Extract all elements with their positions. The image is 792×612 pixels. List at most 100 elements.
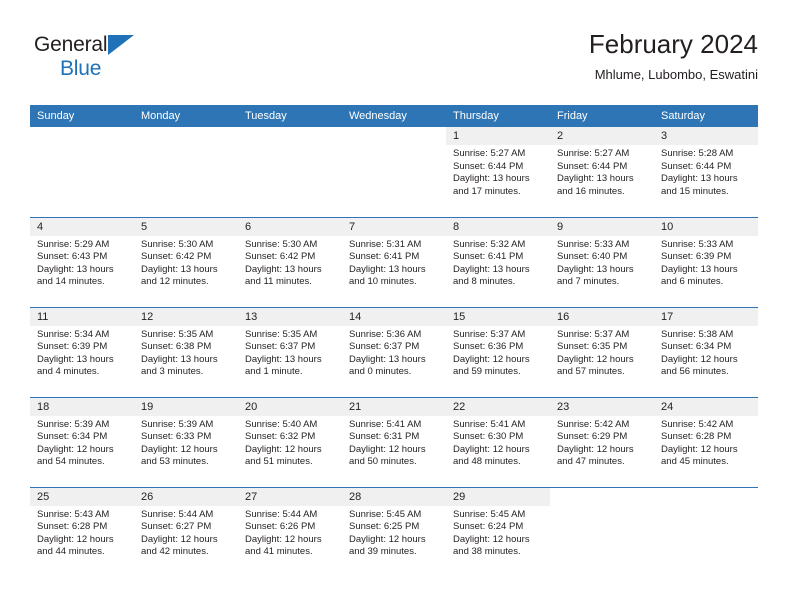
daylight-text-line1: Daylight: 13 hours bbox=[557, 263, 634, 275]
sunset-text: Sunset: 6:26 PM bbox=[245, 521, 316, 533]
sunrise-text: Sunrise: 5:42 AM bbox=[557, 418, 630, 430]
calendar-day-cell[interactable]: 12 Sunrise: 5:35 AM Sunset: 6:38 PM Dayligh… bbox=[134, 306, 238, 397]
day-sun-info: Sunrise: 5:45 AM Sunset: 6:24 PM Daylight:… bbox=[446, 506, 550, 559]
daylight-text-line2: and 57 minutes. bbox=[557, 366, 625, 378]
calendar-day-cell[interactable]: 13 Sunrise: 5:35 AM Sunset: 6:37 PM Dayligh… bbox=[238, 306, 342, 397]
calendar-day-cell[interactable]: 2 Sunrise: 5:27 AM Sunset: 6:44 PM Daylight… bbox=[550, 127, 654, 217]
sunset-text: Sunset: 6:25 PM bbox=[349, 521, 420, 533]
sunrise-text: Sunrise: 5:32 AM bbox=[453, 238, 526, 250]
calendar-day-cell[interactable]: 25 Sunrise: 5:43 AM Sunset: 6:28 PM Dayligh… bbox=[30, 486, 134, 577]
day-sun-info: Sunrise: 5:39 AM Sunset: 6:34 PM Daylight:… bbox=[30, 416, 134, 469]
day-number bbox=[550, 488, 654, 506]
calendar-day-cell[interactable]: 18 Sunrise: 5:39 AM Sunset: 6:34 PM Dayligh… bbox=[30, 396, 134, 487]
daylight-text-line2: and 3 minutes. bbox=[141, 366, 204, 378]
day-number: 26 bbox=[134, 487, 238, 506]
calendar-day-cell[interactable]: 8 Sunrise: 5:32 AM Sunset: 6:41 PM Daylight… bbox=[446, 216, 550, 307]
daylight-text-line2: and 50 minutes. bbox=[349, 456, 417, 468]
day-number: 18 bbox=[30, 397, 134, 416]
page-title: February 2024 bbox=[588, 29, 758, 59]
calendar-day-cell[interactable]: 11 Sunrise: 5:34 AM Sunset: 6:39 PM Dayligh… bbox=[30, 306, 134, 397]
daylight-text-line2: and 53 minutes. bbox=[141, 456, 209, 468]
calendar-day-cell[interactable]: 22 Sunrise: 5:41 AM Sunset: 6:30 PM Dayligh… bbox=[446, 396, 550, 487]
day-sun-info: Sunrise: 5:33 AM Sunset: 6:40 PM Daylight:… bbox=[550, 236, 654, 289]
daylight-text-line1: Daylight: 13 hours bbox=[349, 353, 426, 365]
daylight-text-line1: Daylight: 12 hours bbox=[141, 533, 218, 545]
calendar-page: General Blue February 2024 Mhlume, Lubom… bbox=[0, 0, 792, 612]
calendar-day-cell[interactable]: 28 Sunrise: 5:45 AM Sunset: 6:25 PM Dayligh… bbox=[342, 486, 446, 577]
calendar-day-cell[interactable]: 7 Sunrise: 5:31 AM Sunset: 6:41 PM Daylight… bbox=[342, 216, 446, 307]
sunset-text: Sunset: 6:41 PM bbox=[453, 251, 524, 263]
sunrise-text: Sunrise: 5:36 AM bbox=[349, 328, 422, 340]
day-sun-info: Sunrise: 5:43 AM Sunset: 6:28 PM Daylight:… bbox=[30, 506, 134, 559]
calendar-day-cell[interactable]: 14 Sunrise: 5:36 AM Sunset: 6:37 PM Dayligh… bbox=[342, 306, 446, 397]
calendar-day-cell[interactable]: 6 Sunrise: 5:30 AM Sunset: 6:42 PM Daylight… bbox=[238, 216, 342, 307]
calendar-day-cell[interactable]: 26 Sunrise: 5:44 AM Sunset: 6:27 PM Dayligh… bbox=[134, 486, 238, 577]
daylight-text-line2: and 12 minutes. bbox=[141, 276, 209, 288]
calendar-day-cell[interactable]: 23 Sunrise: 5:42 AM Sunset: 6:29 PM Dayligh… bbox=[550, 396, 654, 487]
sunrise-text: Sunrise: 5:29 AM bbox=[37, 238, 110, 250]
calendar-day-cell[interactable]: 3 Sunrise: 5:28 AM Sunset: 6:44 PM Daylight… bbox=[654, 127, 758, 217]
daylight-text-line1: Daylight: 12 hours bbox=[37, 443, 114, 455]
title-block: February 2024 Mhlume, Lubombo, Eswatini bbox=[589, 28, 758, 83]
sunrise-text: Sunrise: 5:41 AM bbox=[349, 418, 422, 430]
sunset-text: Sunset: 6:34 PM bbox=[37, 431, 108, 443]
daylight-text-line1: Daylight: 12 hours bbox=[453, 353, 530, 365]
weekday-header-saturday: Saturday bbox=[654, 105, 758, 127]
sunrise-text: Sunrise: 5:44 AM bbox=[245, 508, 318, 520]
daylight-text-line1: Daylight: 12 hours bbox=[557, 443, 634, 455]
daylight-text-line2: and 38 minutes. bbox=[453, 546, 521, 558]
calendar-day-cell[interactable]: 21 Sunrise: 5:41 AM Sunset: 6:31 PM Dayligh… bbox=[342, 396, 446, 487]
calendar-day-cell[interactable]: 24 Sunrise: 5:42 AM Sunset: 6:28 PM Dayligh… bbox=[654, 396, 758, 487]
calendar-week-row: 1 Sunrise: 5:27 AM Sunset: 6:44 PM Daylight… bbox=[30, 127, 758, 217]
triangle-icon bbox=[108, 35, 134, 55]
sunrise-text: Sunrise: 5:28 AM bbox=[661, 148, 734, 159]
daylight-text-line2: and 4 minutes. bbox=[37, 366, 100, 378]
day-sun-info: Sunrise: 5:41 AM Sunset: 6:30 PM Daylight:… bbox=[446, 416, 550, 469]
sunrise-text: Sunrise: 5:30 AM bbox=[141, 238, 214, 250]
calendar-cell-empty bbox=[654, 486, 758, 577]
daylight-text-line1: Daylight: 13 hours bbox=[349, 263, 426, 275]
daylight-text-line1: Daylight: 13 hours bbox=[245, 263, 322, 275]
weekday-header-thursday: Thursday bbox=[446, 105, 550, 127]
day-sun-info: Sunrise: 5:40 AM Sunset: 6:32 PM Daylight:… bbox=[238, 416, 342, 469]
daylight-text-line2: and 17 minutes. bbox=[453, 185, 521, 197]
daylight-text-line2: and 48 minutes. bbox=[453, 456, 521, 468]
day-number: 5 bbox=[134, 217, 238, 236]
day-number bbox=[134, 127, 238, 145]
day-sun-info: Sunrise: 5:30 AM Sunset: 6:42 PM Daylight:… bbox=[238, 236, 342, 289]
day-sun-info: Sunrise: 5:30 AM Sunset: 6:42 PM Daylight:… bbox=[134, 236, 238, 289]
daylight-text-line2: and 6 minutes. bbox=[661, 276, 724, 288]
calendar-day-cell[interactable]: 5 Sunrise: 5:30 AM Sunset: 6:42 PM Daylight… bbox=[134, 216, 238, 307]
day-sun-info: Sunrise: 5:28 AM Sunset: 6:44 PM Daylight:… bbox=[654, 145, 758, 198]
calendar-day-cell[interactable]: 16 Sunrise: 5:37 AM Sunset: 6:35 PM Dayligh… bbox=[550, 306, 654, 397]
daylight-text-line2: and 16 minutes. bbox=[557, 185, 625, 197]
calendar-day-cell[interactable]: 1 Sunrise: 5:27 AM Sunset: 6:44 PM Daylight… bbox=[446, 127, 550, 217]
day-number: 25 bbox=[30, 487, 134, 506]
general-blue-logo: General Blue bbox=[34, 34, 164, 84]
sunrise-text: Sunrise: 5:33 AM bbox=[557, 238, 630, 250]
calendar-cell-empty bbox=[238, 127, 342, 217]
calendar-day-cell[interactable]: 9 Sunrise: 5:33 AM Sunset: 6:40 PM Daylight… bbox=[550, 216, 654, 307]
day-sun-info: Sunrise: 5:27 AM Sunset: 6:44 PM Daylight:… bbox=[446, 145, 550, 198]
day-number bbox=[342, 127, 446, 145]
calendar-day-cell[interactable]: 15 Sunrise: 5:37 AM Sunset: 6:36 PM Dayligh… bbox=[446, 306, 550, 397]
calendar-day-cell[interactable]: 17 Sunrise: 5:38 AM Sunset: 6:34 PM Dayligh… bbox=[654, 306, 758, 397]
calendar-day-cell[interactable]: 27 Sunrise: 5:44 AM Sunset: 6:26 PM Dayligh… bbox=[238, 486, 342, 577]
weekday-header-monday: Monday bbox=[134, 105, 238, 127]
daylight-text-line1: Daylight: 13 hours bbox=[37, 263, 114, 275]
sunrise-text: Sunrise: 5:45 AM bbox=[453, 508, 526, 520]
day-sun-info: Sunrise: 5:37 AM Sunset: 6:35 PM Daylight:… bbox=[550, 326, 654, 379]
calendar-day-cell[interactable]: 19 Sunrise: 5:39 AM Sunset: 6:33 PM Dayligh… bbox=[134, 396, 238, 487]
calendar-day-cell[interactable]: 4 Sunrise: 5:29 AM Sunset: 6:43 PM Daylight… bbox=[30, 216, 134, 307]
day-number: 10 bbox=[654, 217, 758, 236]
daylight-text-line1: Daylight: 13 hours bbox=[661, 263, 738, 275]
calendar-day-cell[interactable]: 20 Sunrise: 5:40 AM Sunset: 6:32 PM Dayligh… bbox=[238, 396, 342, 487]
daylight-text-line1: Daylight: 12 hours bbox=[37, 533, 114, 545]
sunrise-text: Sunrise: 5:27 AM bbox=[453, 148, 526, 159]
day-number: 27 bbox=[238, 487, 342, 506]
daylight-text-line1: Daylight: 12 hours bbox=[661, 353, 738, 365]
calendar-day-cell[interactable]: 10 Sunrise: 5:33 AM Sunset: 6:39 PM Dayligh… bbox=[654, 216, 758, 307]
sunrise-text: Sunrise: 5:37 AM bbox=[453, 328, 526, 340]
calendar-day-cell[interactable]: 29 Sunrise: 5:45 AM Sunset: 6:24 PM Dayligh… bbox=[446, 486, 550, 577]
sunrise-text: Sunrise: 5:35 AM bbox=[141, 328, 214, 340]
